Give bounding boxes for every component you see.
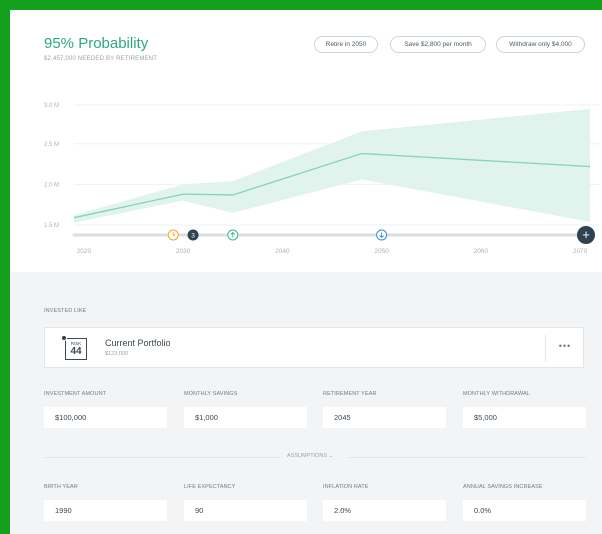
confidence-band [74, 108, 590, 223]
portfolio-card[interactable]: RISK 44 Current Portfolio $123,000 ••• [44, 327, 584, 368]
divider [545, 335, 546, 362]
x-tick-label: 2040 [275, 248, 290, 255]
needed-subtitle: $2,457,000 NEEDED BY RETIREMENT [44, 56, 158, 62]
risk-indicator-dot [61, 335, 67, 341]
y-tick-label: 3.0 M [44, 103, 59, 109]
x-tick-label: 2020 [77, 248, 92, 255]
projection-chart: 3.0 M 2.5 M 2.0 M 1.5 M 3 +2020 2030 2040 2050 20… [44, 103, 600, 255]
x-tick-label: 2070 [573, 248, 588, 255]
retirement-year-input[interactable] [323, 407, 446, 428]
life-expectancy-input[interactable] [184, 500, 307, 521]
portfolio-value: $123,000 [105, 351, 128, 357]
retirement-planner: 95% Probability $2,457,000 NEEDED BY RET… [10, 10, 602, 534]
x-tick-label: 2030 [176, 248, 191, 255]
plus-icon: + [582, 227, 590, 242]
portfolio-name: Current Portfolio [105, 338, 171, 348]
risk-score-badge: RISK 44 [65, 338, 87, 360]
annual-savings-increase-label: ANNUAL SAVINGS INCREASE [463, 484, 543, 490]
inflation-rate-input[interactable] [323, 500, 446, 521]
event-count-label: 3 [191, 232, 195, 239]
withdraw-only-button[interactable]: Withdraw only $4,000 [496, 36, 585, 53]
divider [348, 457, 586, 458]
investment-amount-input[interactable] [44, 407, 167, 428]
y-tick-label: 1.5 M [44, 223, 59, 229]
inflation-rate-label: INFLATION RATE [323, 484, 369, 490]
investment-amount-label: INVESTMENT AMOUNT [44, 391, 107, 397]
annual-savings-increase-input[interactable] [463, 500, 586, 521]
invested-like-label: INVESTED LIKE [44, 308, 87, 314]
monthly-savings-input[interactable] [184, 407, 307, 428]
life-expectancy-label: LIFE EXPECTANCY [184, 484, 236, 490]
inputs-panel: INVESTED LIKE RISK 44 Current Portfolio … [10, 272, 602, 534]
monthly-withdrawal-input[interactable] [463, 407, 586, 428]
x-tick-label: 2050 [374, 248, 389, 255]
more-options-icon[interactable]: ••• [553, 341, 577, 355]
birth-year-input[interactable] [44, 500, 167, 521]
y-tick-label: 2.5 M [44, 142, 59, 148]
birth-year-label: BIRTH YEAR [44, 484, 78, 490]
probability-title: 95% Probability [44, 35, 149, 52]
divider [44, 457, 280, 458]
y-tick-label: 2.0 M [44, 182, 59, 188]
save-per-month-button[interactable]: Save $2,800 per month [390, 36, 486, 53]
monthly-withdrawal-label: MONTHLY WITHDRAWAL [463, 391, 530, 397]
retire-in-2050-button[interactable]: Retire in 2050 [314, 36, 378, 53]
risk-value: 44 [70, 346, 82, 357]
retirement-year-label: RETIREMENT YEAR [323, 391, 377, 397]
x-tick-label: 2060 [474, 248, 489, 255]
monthly-savings-label: MONTHLY SAVINGS [184, 391, 238, 397]
assumptions-toggle[interactable]: ASSUMPTIONS ⌄ [287, 453, 333, 459]
